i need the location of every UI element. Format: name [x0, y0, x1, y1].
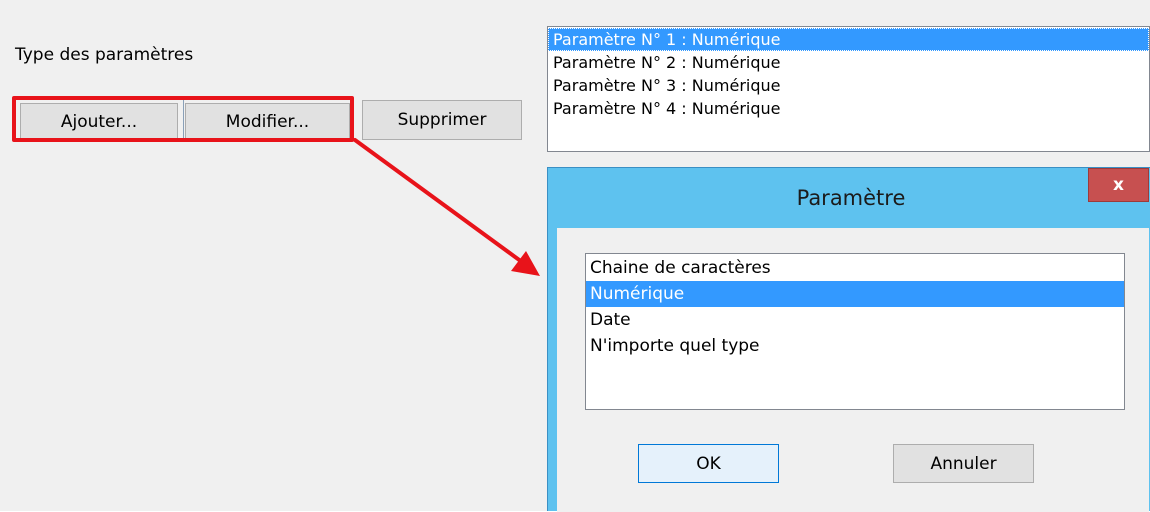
- delete-button[interactable]: Supprimer: [362, 100, 522, 140]
- close-button[interactable]: x: [1088, 168, 1149, 202]
- parameter-list[interactable]: Paramètre N° 1 : Numérique Paramètre N° …: [547, 26, 1150, 152]
- dialog-title: Paramètre: [796, 186, 906, 210]
- type-list-item[interactable]: N'importe quel type: [586, 333, 1124, 359]
- ok-button[interactable]: OK: [638, 444, 779, 483]
- parameter-list-item[interactable]: Paramètre N° 2 : Numérique: [548, 51, 1149, 74]
- parameter-list-item[interactable]: Paramètre N° 1 : Numérique: [548, 28, 1149, 51]
- close-icon: x: [1113, 175, 1124, 195]
- parameter-list-item[interactable]: Paramètre N° 3 : Numérique: [548, 74, 1149, 97]
- type-list-item[interactable]: Date: [586, 307, 1124, 333]
- cancel-button[interactable]: Annuler: [893, 444, 1034, 483]
- annotation-highlight-box: [12, 96, 354, 142]
- parameter-list-item[interactable]: Paramètre N° 4 : Numérique: [548, 97, 1149, 120]
- type-list[interactable]: Chaine de caractères Numérique Date N'im…: [585, 253, 1125, 410]
- type-list-item[interactable]: Numérique: [586, 281, 1124, 307]
- type-list-item[interactable]: Chaine de caractères: [586, 255, 1124, 281]
- parameters-type-label: Type des paramètres: [15, 45, 194, 65]
